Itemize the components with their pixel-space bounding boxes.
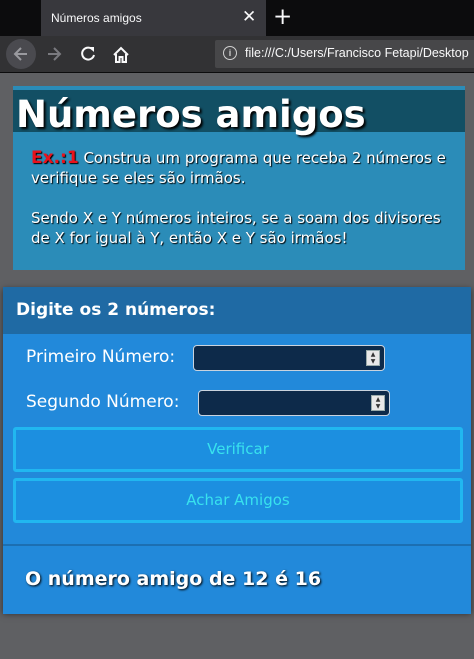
result-text: O número amigo de 12 é 16	[25, 568, 322, 590]
back-arrow-icon[interactable]	[6, 39, 36, 69]
exercise-label: Ex.:1	[31, 148, 79, 168]
forward-arrow-icon[interactable]	[45, 42, 63, 70]
page-title: Números amigos	[16, 93, 366, 136]
reload-icon[interactable]	[79, 42, 97, 70]
first-number-label: Primeiro Número:	[26, 347, 176, 367]
form-panel: Digite os 2 números: Primeiro Número: ▲ ▼…	[3, 287, 471, 614]
first-number-input[interactable]: ▲ ▼	[193, 345, 385, 371]
stepper-icon[interactable]: ▲ ▼	[371, 395, 385, 411]
tab-title: Números amigos	[51, 11, 142, 25]
close-tab-icon[interactable]: ✕	[242, 6, 256, 28]
verify-button[interactable]: Verificar	[13, 427, 463, 472]
home-icon[interactable]	[111, 42, 131, 64]
info-icon[interactable]: i	[223, 46, 237, 60]
title-bar: Números amigos	[13, 90, 465, 136]
address-bar[interactable]: i file:///C:/Users/Francisco Fetapi/Desk…	[215, 40, 474, 68]
result-box: O número amigo de 12 é 16	[3, 544, 471, 614]
new-tab-icon[interactable]: +	[273, 4, 292, 30]
find-friends-button[interactable]: Achar Amigos	[13, 478, 463, 523]
form-header: Digite os 2 números:	[3, 287, 471, 334]
description-text-1: Construa um programa que receba 2 número…	[31, 149, 446, 187]
browser-tab[interactable]: Números amigos ✕	[41, 0, 266, 36]
url-text: file:///C:/Users/Francisco Fetapi/Deskto…	[245, 46, 469, 60]
exercise-header: Números amigos Ex.:1 Construa um program…	[13, 86, 465, 270]
description-paragraph-2: Sendo X e Y números inteiros, se a soam …	[31, 209, 441, 247]
navigation-toolbar: i file:///C:/Users/Francisco Fetapi/Desk…	[0, 36, 474, 73]
exercise-description: Ex.:1 Construa um programa que receba 2 …	[31, 148, 463, 248]
second-number-label: Segundo Número:	[26, 392, 180, 412]
form-title: Digite os 2 números:	[16, 300, 216, 320]
description-paragraph-1: Ex.:1 Construa um programa que receba 2 …	[31, 148, 463, 188]
stepper-icon[interactable]: ▲ ▼	[366, 350, 380, 366]
tab-bar: Números amigos ✕ +	[0, 0, 474, 36]
second-number-input[interactable]: ▲ ▼	[198, 390, 390, 416]
